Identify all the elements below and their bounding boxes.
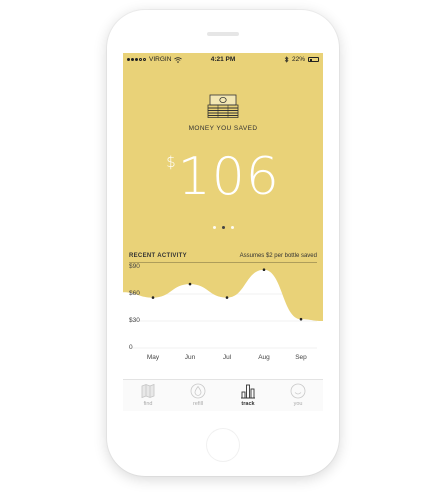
activity-title: RECENT ACTIVITY [129, 252, 187, 259]
tab-find[interactable]: find [123, 380, 173, 411]
y-tick-label: 0 [129, 344, 133, 351]
currency-symbol: $ [166, 153, 176, 171]
app-screen: VIRGIN 4:21 PM 22% MONEY YOU SAVED $106 … [123, 53, 323, 411]
battery-percent: 22% [291, 56, 305, 63]
activity-chart [123, 250, 323, 349]
page-dot[interactable] [212, 226, 216, 229]
tab-track[interactable]: track [223, 380, 273, 411]
y-tick-label: $30 [129, 317, 140, 324]
chart-point [262, 268, 266, 271]
face-icon [290, 383, 306, 399]
saved-amount: $106 [123, 147, 323, 207]
chart-point [225, 296, 229, 299]
x-tick-label: May [146, 354, 160, 361]
tab-bar: find refill track you [123, 379, 323, 411]
activity-header: RECENT ACTIVITY Assumes $2 per bottle sa… [129, 249, 317, 263]
map-icon [141, 383, 155, 399]
page-dot-active[interactable] [221, 226, 225, 229]
tab-label: track [241, 401, 255, 407]
bluetooth-icon [284, 56, 289, 63]
status-right: 22% [284, 56, 319, 63]
battery-icon [308, 57, 319, 62]
drop-icon [190, 383, 206, 399]
page-dot[interactable] [230, 226, 234, 229]
phone-speaker [207, 32, 239, 36]
home-button[interactable] [206, 428, 240, 462]
x-tick-label: Jun [184, 354, 196, 361]
tab-you[interactable]: you [273, 380, 323, 411]
chart-point [299, 317, 303, 321]
tab-label: find [143, 401, 153, 407]
savings-hero: MONEY YOU SAVED $106 [123, 67, 323, 250]
money-stack-icon [207, 94, 239, 118]
bar-chart-icon [241, 384, 255, 399]
x-tick-label: Sep [295, 354, 307, 361]
x-tick-label: Jul [222, 354, 232, 361]
activity-note: Assumes $2 per bottle saved [239, 252, 317, 259]
status-bar: VIRGIN 4:21 PM 22% [123, 53, 323, 67]
x-tick-label: Aug [258, 354, 270, 361]
page-indicator[interactable] [123, 226, 323, 229]
chart-point [151, 296, 155, 299]
tab-refill[interactable]: refill [173, 380, 223, 411]
chart-point [188, 282, 192, 286]
y-tick-label: $60 [129, 290, 140, 297]
amount-value: 106 [177, 147, 280, 207]
y-tick-label: $90 [129, 263, 140, 270]
tab-label: refill [192, 401, 204, 407]
tab-label: you [293, 401, 303, 407]
hero-title: MONEY YOU SAVED [188, 125, 258, 132]
